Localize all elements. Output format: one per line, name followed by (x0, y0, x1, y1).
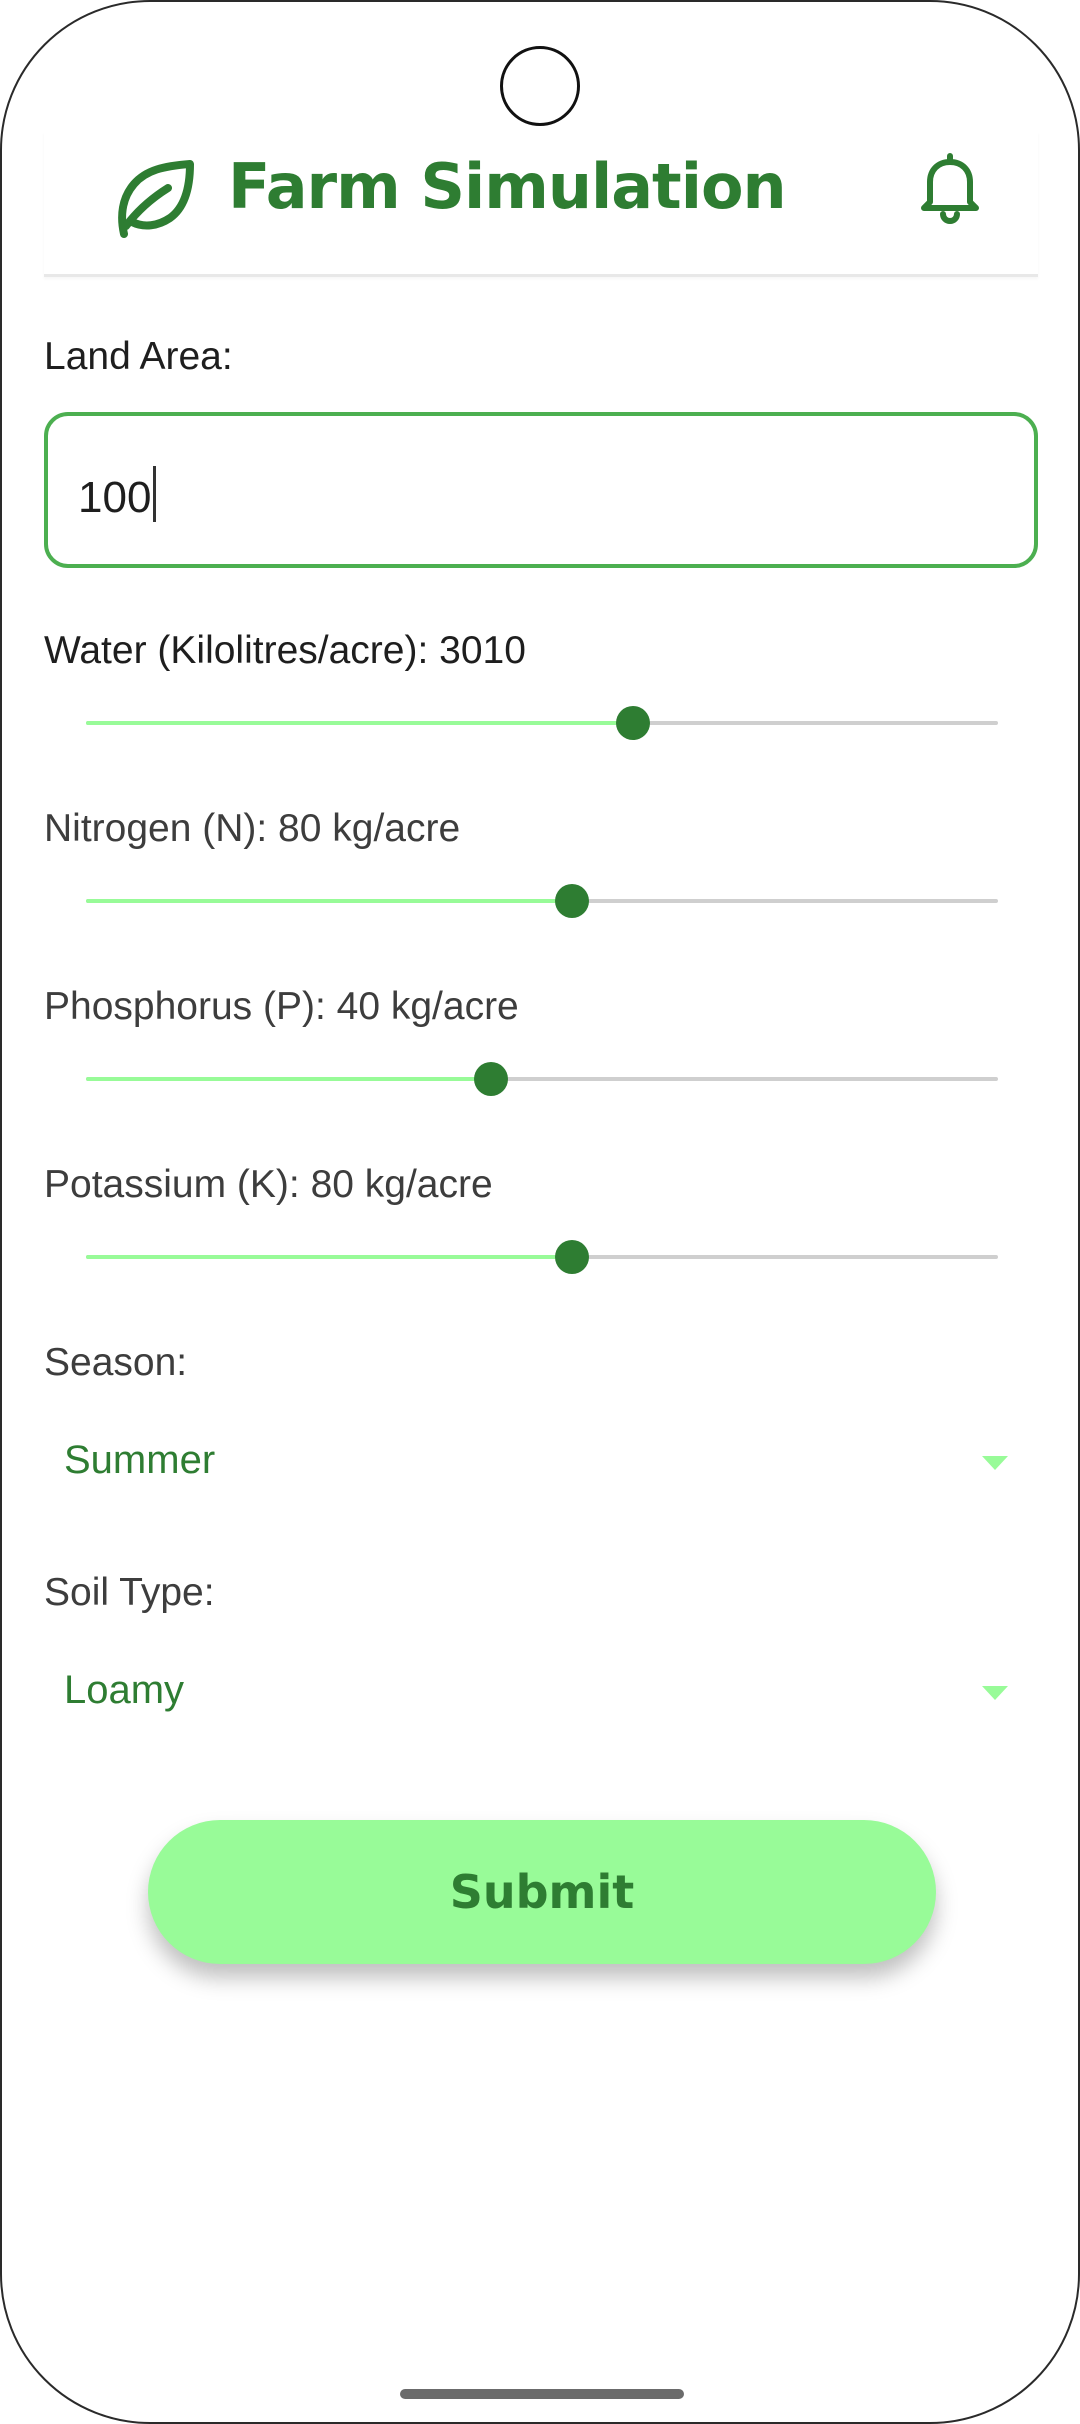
soil-type-label: Soil Type: (44, 1571, 215, 1614)
slider-thumb[interactable] (555, 1240, 590, 1274)
slider-fill (86, 899, 573, 903)
water-slider[interactable] (86, 703, 998, 743)
front-camera (500, 46, 580, 126)
phosphorus-label: Phosphorus (P): 40 kg/acre (44, 985, 519, 1028)
slider-thumb[interactable] (473, 1062, 508, 1096)
nitrogen-label: Nitrogen (N): 80 kg/acre (44, 807, 461, 850)
leaf-icon (118, 160, 194, 238)
season-dropdown[interactable]: Summer (44, 1418, 1038, 1508)
phosphorus-slider[interactable] (86, 1059, 998, 1099)
slider-fill (86, 1077, 491, 1081)
season-selected-value: Summer (64, 1438, 216, 1482)
phone-frame: Farm Simulation Land Area: 100 Water (Ki… (0, 0, 1080, 2424)
slider-fill (86, 721, 634, 725)
land-area-input[interactable]: 100 (44, 412, 1038, 568)
slider-fill (86, 1255, 573, 1259)
soil-type-dropdown[interactable]: Loamy (44, 1648, 1038, 1738)
soil-type-selected-value: Loamy (64, 1668, 185, 1712)
bell-icon[interactable] (910, 146, 990, 226)
submit-button[interactable]: Submit (148, 1820, 936, 1964)
text-caret (153, 466, 157, 522)
potassium-label: Potassium (K): 80 kg/acre (44, 1163, 493, 1206)
app-header: Farm Simulation (44, 132, 1038, 277)
potassium-slider[interactable] (86, 1237, 998, 1277)
dropdown-arrow-icon (982, 1686, 1008, 1700)
land-area-value: 100 (78, 466, 157, 523)
dropdown-arrow-icon (982, 1456, 1008, 1470)
slider-thumb[interactable] (616, 706, 651, 740)
slider-thumb[interactable] (555, 884, 590, 918)
nitrogen-slider[interactable] (86, 881, 998, 921)
water-label: Water (Kilolitres/acre): 3010 (44, 629, 526, 672)
app-title: Farm Simulation (228, 150, 787, 223)
land-area-label: Land Area: (44, 335, 233, 378)
season-label: Season: (44, 1341, 188, 1384)
home-indicator[interactable] (400, 2389, 684, 2399)
